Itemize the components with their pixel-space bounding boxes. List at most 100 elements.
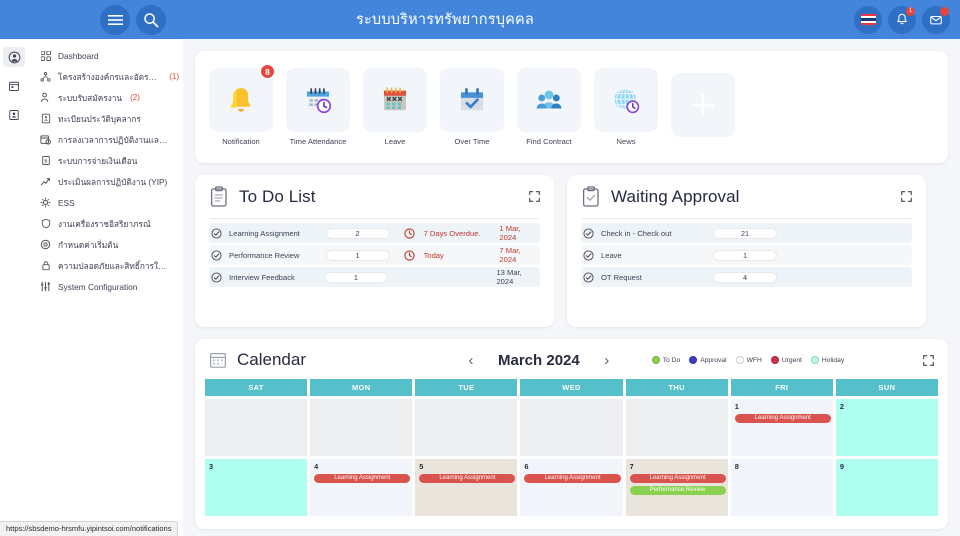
org-chart-icon	[40, 71, 51, 82]
tile-notification[interactable]: 8 Notification	[209, 64, 275, 146]
expand-button[interactable]	[901, 189, 912, 207]
calendar-event[interactable]: Learning Assignment	[629, 474, 726, 483]
calendar-day-cell[interactable]	[520, 399, 623, 456]
todo-row-count: 1	[323, 271, 388, 283]
tile-label: Leave	[384, 137, 406, 146]
sidebar-item-dashboard[interactable]: Dashboard	[28, 45, 183, 66]
tile-find-contract[interactable]: Find Contract	[517, 68, 581, 146]
calendar-clock-icon	[306, 88, 332, 114]
day-number: 2	[839, 402, 844, 411]
approval-row[interactable]: OT Request 4	[581, 267, 912, 287]
notifications-button[interactable]: 1	[888, 5, 916, 34]
todo-row[interactable]: Interview Feedback 1 13 Mar, 2024	[209, 267, 540, 287]
tile-news[interactable]: News	[594, 68, 658, 146]
calendar-title: Calendar	[237, 350, 306, 369]
calendar-header: Calendar ‹ March 2024 › To Do Approval W…	[205, 350, 938, 379]
divider	[581, 218, 912, 219]
calendar-day-cell[interactable]	[310, 399, 413, 456]
tile-add[interactable]	[671, 72, 735, 142]
calendar-event[interactable]: Learning Assignment	[314, 474, 411, 483]
todo-row-date: 1 Mar, 2024	[499, 224, 521, 242]
calendar-day-cell[interactable]: 1 Learning Assignment	[730, 399, 833, 456]
rail-item-id-card[interactable]	[3, 105, 25, 125]
globe-clock-icon	[614, 88, 640, 114]
tile-icon-box	[671, 72, 735, 137]
approval-row-count: 21	[713, 227, 777, 239]
ess-icon	[40, 197, 51, 208]
messages-button[interactable]	[922, 5, 950, 34]
todo-header: To Do List	[209, 186, 540, 218]
tile-time-attendance[interactable]: Time Attendance	[286, 68, 350, 146]
approval-row[interactable]: Leave 1	[581, 245, 912, 265]
grid-icon	[40, 50, 51, 61]
dow-cell: TUE	[415, 379, 518, 396]
calendar-day-cell[interactable]: 2	[835, 399, 938, 456]
tile-label: Time Attendance	[289, 137, 347, 146]
calendar-day-cell[interactable]	[415, 399, 518, 456]
clipboard-icon	[210, 186, 227, 207]
legend-dot	[651, 356, 660, 364]
legend-dot	[689, 356, 698, 364]
sidebar-item-payroll[interactable]: ฿ ระบบการจ่ายเงินเดือน	[28, 150, 183, 171]
sidebar-item-personnel-record[interactable]: ทะเบียนประวัติบุคลากร	[28, 108, 183, 129]
tile-icon-box: 8	[209, 64, 275, 132]
sidebar-item-label: ความปลอดภัยและสิทธิ์การใช้งาน	[58, 260, 171, 271]
approval-row[interactable]: Check in - Check out 21	[581, 223, 912, 243]
calendar-event[interactable]: Learning Assignment	[524, 474, 621, 483]
expand-icon	[923, 355, 934, 366]
language-flag-button[interactable]	[854, 5, 882, 34]
sidebar-item-timesheet[interactable]: การลงเวลาการปฏิบัติงานและการ...	[28, 129, 183, 150]
sidebar-item-label: การลงเวลาการปฏิบัติงานและการ...	[58, 134, 171, 145]
sidebar-item-royal-decorations[interactable]: งานเครื่องราชอิสริยาภรณ์	[28, 213, 183, 234]
calendar-day-cell[interactable]: 8	[730, 459, 833, 516]
calendar-day-cell[interactable]	[625, 399, 728, 456]
calendar-day-cell[interactable]	[205, 399, 308, 456]
sidebar-item-label: Dashboard	[58, 50, 99, 61]
status-bar-url: https://sbsdemo-hrsmfu.yipintsoi.com/not…	[0, 521, 179, 536]
trend-up-icon	[40, 176, 51, 187]
sidebar-item-org-structure[interactable]: โครงสร้างองค์กรและอัตรากำลัง (1)	[28, 66, 183, 87]
rail-item-profile[interactable]	[3, 47, 25, 67]
tile-over-time[interactable]: Over Time	[440, 68, 504, 146]
sidebar-item-performance[interactable]: ประเมินผลการปฏิบัติงาน (YIP)	[28, 171, 183, 192]
profile-record-icon	[40, 113, 51, 124]
calendar-day-cell[interactable]: 6 Learning Assignment	[520, 459, 623, 516]
next-month-button[interactable]: ›	[602, 352, 612, 369]
sidebar-item-system-configuration[interactable]: System Configuration	[28, 276, 183, 297]
todo-row[interactable]: Performance Review 1 Today 7 Mar, 2024	[209, 245, 540, 265]
left-icon-rail	[0, 39, 28, 536]
bell-icon	[230, 88, 251, 112]
sidebar-item-ess[interactable]: ESS	[28, 192, 183, 213]
header-actions: 1	[854, 5, 950, 34]
sidebar-item-defaults[interactable]: กำหนดค่าเริ่มต้น	[28, 234, 183, 255]
tile-leave[interactable]: Leave	[363, 68, 427, 146]
expand-button[interactable]	[529, 189, 540, 207]
todo-row-name: Interview Feedback	[229, 272, 295, 282]
calendar-event[interactable]: Performance Review	[629, 486, 726, 495]
prev-month-button[interactable]: ‹	[466, 352, 476, 369]
calendar-event[interactable]: Learning Assignment	[419, 474, 516, 483]
sidebar-item-label: ระบบรับสมัครงาน	[58, 92, 123, 103]
legend-item-wfh: WFH	[735, 356, 762, 364]
todo-row[interactable]: Learning Assignment 2 7 Days Overdue. 1 …	[209, 223, 540, 243]
clipboard-check-icon	[582, 186, 599, 207]
sidebar-item-recruitment[interactable]: ระบบรับสมัครงาน (2)	[28, 87, 183, 108]
calendar-day-cell[interactable]: 5 Learning Assignment	[415, 459, 518, 516]
calendar-day-cell[interactable]: 4 Learning Assignment	[310, 459, 413, 516]
calendar-day-cell[interactable]: 7 Learning Assignment Performance Review	[625, 459, 728, 516]
sidebar-item-security[interactable]: ความปลอดภัยและสิทธิ์การใช้งาน	[28, 255, 183, 276]
calendar-week-row: 1 Learning Assignment 2	[205, 399, 938, 456]
calendar-day-cell[interactable]: 3	[205, 459, 308, 516]
tile-label: News	[616, 137, 636, 146]
calendar-icon	[9, 81, 19, 91]
calendar-event[interactable]: Learning Assignment	[734, 414, 831, 423]
todo-row-status: Today	[423, 250, 444, 260]
calendar-day-cell[interactable]: 9	[835, 459, 938, 516]
lock-icon	[40, 260, 51, 271]
clock-icon	[403, 249, 418, 261]
sidebar-item-label: ทะเบียนประวัติบุคลากร	[58, 113, 141, 124]
user-circle-icon	[8, 51, 20, 63]
calendar-card: Calendar ‹ March 2024 › To Do Approval W…	[195, 339, 948, 529]
expand-button[interactable]	[923, 353, 934, 371]
rail-item-calendar[interactable]	[3, 76, 25, 96]
